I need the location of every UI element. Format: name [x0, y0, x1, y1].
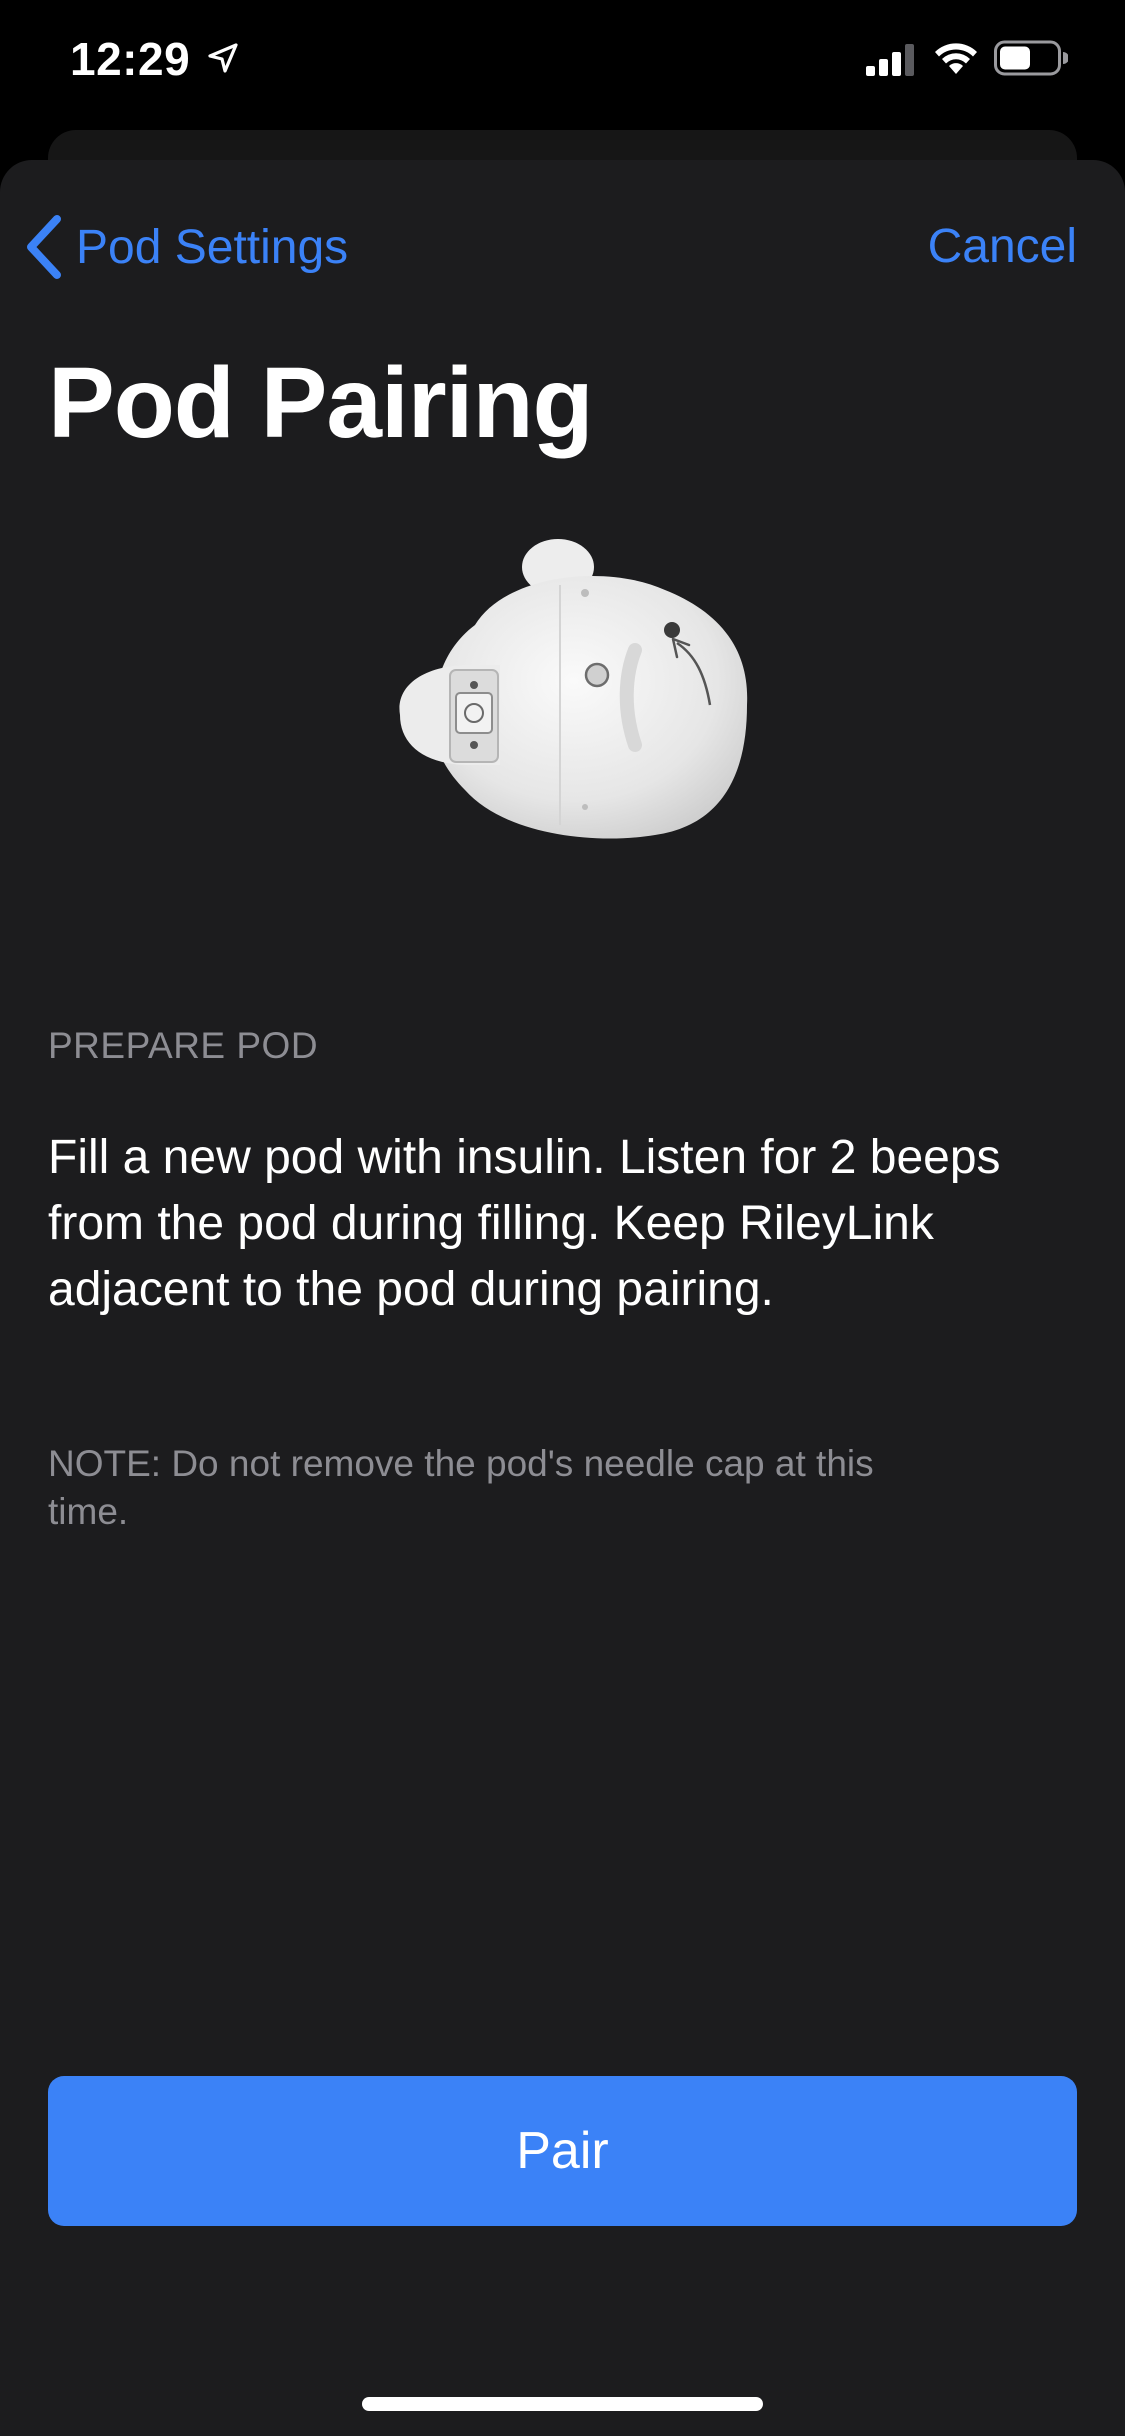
location-arrow-icon [208, 43, 238, 73]
note-text: NOTE: Do not remove the pod's needle cap… [48, 1443, 874, 1532]
status-time: 12:29 [70, 33, 191, 85]
home-indicator[interactable] [362, 2397, 763, 2411]
chevron-left-icon [27, 215, 61, 279]
battery-icon [994, 40, 1068, 76]
omnipod-pod-icon [399, 539, 748, 839]
cellular-signal-icon [866, 44, 914, 76]
status-bar: 12:29 [0, 0, 1125, 130]
cancel-button[interactable]: Cancel [928, 212, 1077, 282]
back-button[interactable]: Pod Settings [24, 212, 348, 282]
pair-button[interactable]: Pair [48, 2076, 1077, 2226]
instructions-text: Fill a new pod with insulin. Listen for … [48, 1131, 1001, 1316]
section-header: PREPARE POD [48, 1025, 319, 1066]
wifi-icon [935, 43, 977, 74]
back-button-label: Pod Settings [76, 220, 349, 274]
page-title: Pod Pairing [48, 347, 594, 459]
